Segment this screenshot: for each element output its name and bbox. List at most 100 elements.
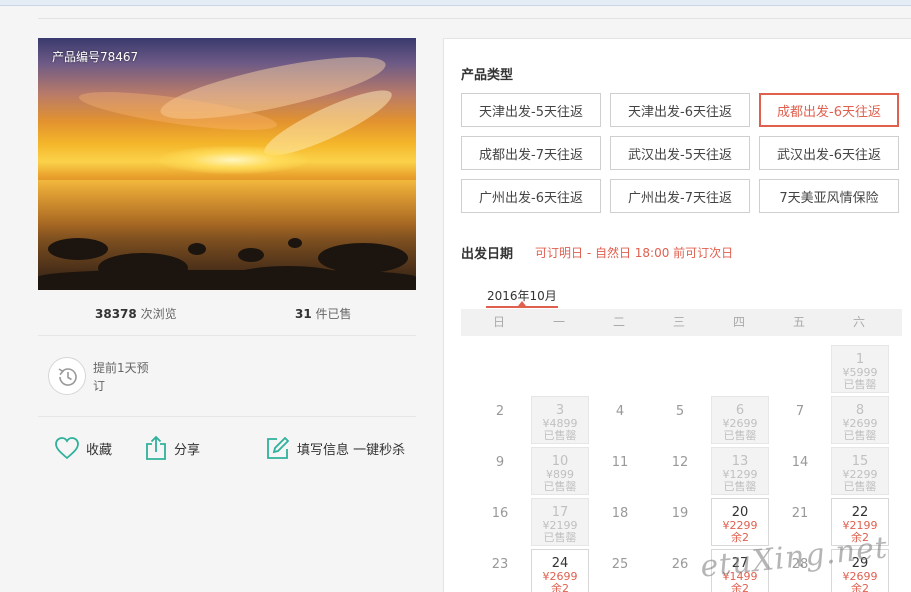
day-status: 余2 bbox=[551, 582, 569, 592]
calendar-day: 18 bbox=[591, 498, 649, 546]
day-number: 13 bbox=[731, 454, 749, 469]
calendar-day-soldout: 15 ¥2299 已售罄 bbox=[831, 447, 889, 495]
day-number: 12 bbox=[671, 455, 689, 470]
sold-count: 31 bbox=[295, 307, 312, 321]
calendar-day: 2 bbox=[471, 396, 529, 444]
weekday-label: 二 bbox=[612, 315, 625, 329]
calendar-day-soldout: 13 ¥1299 已售罄 bbox=[711, 447, 769, 495]
calendar-day: 4 bbox=[591, 396, 649, 444]
booking-rule-note: 可订明日 - 自然日 18:00 前可订次日 bbox=[535, 246, 734, 260]
day-number: 21 bbox=[791, 506, 809, 521]
calendar-day: 7 bbox=[771, 396, 829, 444]
calendar-day-avail[interactable]: 20 ¥2299 余2 bbox=[711, 498, 769, 546]
favorite-label: 收藏 bbox=[86, 442, 113, 458]
day-number: 10 bbox=[551, 454, 569, 469]
day-status: 余2 bbox=[731, 582, 749, 592]
day-number: 14 bbox=[791, 455, 809, 470]
calendar-day: 11 bbox=[591, 447, 649, 495]
day-status: 已售罄 bbox=[543, 480, 577, 493]
weekday-label: 日 bbox=[492, 315, 505, 329]
day-number: 2 bbox=[495, 404, 505, 419]
day-number: 3 bbox=[555, 403, 565, 418]
product-type-option[interactable]: 武汉出发-6天往返 bbox=[759, 136, 899, 170]
calendar-day: 9 bbox=[471, 447, 529, 495]
day-status: 已售罄 bbox=[843, 480, 877, 493]
calendar-day-soldout: 3 ¥4899 已售罄 bbox=[531, 396, 589, 444]
product-type-option[interactable]: 成都出发-7天往返 bbox=[461, 136, 601, 170]
calendar-day-soldout: 10 ¥899 已售罄 bbox=[531, 447, 589, 495]
day-status: 已售罄 bbox=[543, 429, 577, 442]
action-bar: 收藏 分享 填写信息 一键秒杀 bbox=[54, 434, 424, 464]
weekday-label: 五 bbox=[792, 315, 805, 329]
fill-info-label: 填写信息 一键秒杀 bbox=[297, 442, 406, 458]
day-status: 已售罄 bbox=[543, 531, 577, 544]
calendar-day-soldout: 17 ¥2199 已售罄 bbox=[531, 498, 589, 546]
calendar-day: 16 bbox=[471, 498, 529, 546]
advance-booking-text: 提前1天预订 bbox=[93, 361, 149, 393]
share-button[interactable]: 分享 bbox=[144, 434, 200, 462]
departure-date-title: 出发日期 bbox=[461, 247, 514, 262]
product-type-option[interactable]: 7天美亚风情保险 bbox=[759, 179, 899, 213]
day-number: 5 bbox=[675, 404, 685, 419]
calendar-day: 5 bbox=[651, 396, 709, 444]
product-type-option[interactable]: 天津出发-5天往返 bbox=[461, 93, 601, 127]
weekday-label: 六 bbox=[852, 315, 865, 329]
browser-top-strip bbox=[0, 0, 911, 6]
day-number: 1 bbox=[855, 352, 865, 367]
calendar-day: 14 bbox=[771, 447, 829, 495]
product-type-option[interactable]: 广州出发-7天往返 bbox=[610, 179, 750, 213]
calendar-day-soldout: 1 ¥5999 已售罄 bbox=[831, 345, 889, 393]
day-number: 7 bbox=[795, 404, 805, 419]
calendar-day-avail[interactable]: 24 ¥2699 余2 bbox=[531, 549, 589, 592]
product-type-option[interactable]: 武汉出发-5天往返 bbox=[610, 136, 750, 170]
views-stat: 38378 次浏览 bbox=[95, 305, 177, 322]
day-number: 4 bbox=[615, 404, 625, 419]
weekday-label: 一 bbox=[552, 315, 565, 329]
day-number: 20 bbox=[731, 505, 749, 520]
advance-divider bbox=[38, 416, 416, 417]
day-status: 已售罄 bbox=[723, 429, 757, 442]
calendar-day: 19 bbox=[651, 498, 709, 546]
calendar-day: 25 bbox=[591, 549, 649, 592]
day-number: 17 bbox=[551, 505, 569, 520]
month-tab-underline bbox=[486, 306, 558, 308]
top-divider bbox=[38, 18, 911, 19]
day-number: 24 bbox=[551, 556, 569, 571]
day-number: 19 bbox=[671, 506, 689, 521]
calendar-day: 12 bbox=[651, 447, 709, 495]
history-clock-icon bbox=[48, 357, 86, 395]
weekday-label: 三 bbox=[672, 315, 685, 329]
day-status: 已售罄 bbox=[723, 480, 757, 493]
day-number: 11 bbox=[611, 455, 629, 470]
edit-icon bbox=[267, 436, 290, 459]
sold-stat: 31 件已售 bbox=[295, 305, 352, 322]
calendar-day: 23 bbox=[471, 549, 529, 592]
calendar-day-soldout: 8 ¥2699 已售罄 bbox=[831, 396, 889, 444]
day-number: 23 bbox=[491, 557, 509, 572]
product-type-option[interactable]: 成都出发-6天往返 bbox=[759, 93, 899, 127]
day-number: 8 bbox=[855, 403, 865, 418]
day-number: 6 bbox=[735, 403, 745, 418]
product-stats: 38378 次浏览 31 件已售 bbox=[38, 305, 416, 325]
day-number: 22 bbox=[851, 505, 869, 520]
product-type-title: 产品类型 bbox=[461, 68, 514, 83]
heart-icon bbox=[55, 437, 79, 460]
sold-unit: 件已售 bbox=[311, 307, 352, 321]
fill-info-button[interactable]: 填写信息 一键秒杀 bbox=[265, 434, 405, 462]
stats-divider bbox=[38, 335, 416, 336]
booking-panel: 产品类型 天津出发-5天往返 天津出发-6天往返 成都出发-6天往返成都出发-7天往… bbox=[443, 38, 911, 592]
day-number: 9 bbox=[495, 455, 505, 470]
favorite-button[interactable]: 收藏 bbox=[54, 434, 112, 462]
day-status: 余2 bbox=[731, 531, 749, 544]
weekday-label: 四 bbox=[732, 315, 745, 329]
calendar-day-soldout: 6 ¥2699 已售罄 bbox=[711, 396, 769, 444]
product-type-option[interactable]: 广州出发-6天往返 bbox=[461, 179, 601, 213]
views-unit: 次浏览 bbox=[136, 307, 177, 321]
share-label: 分享 bbox=[174, 442, 201, 458]
views-count: 38378 bbox=[95, 307, 137, 321]
day-status: 已售罄 bbox=[843, 378, 877, 391]
product-type-option[interactable]: 天津出发-6天往返 bbox=[610, 93, 750, 127]
day-number: 15 bbox=[851, 454, 869, 469]
day-status: 余2 bbox=[851, 582, 869, 592]
day-number: 25 bbox=[611, 557, 629, 572]
